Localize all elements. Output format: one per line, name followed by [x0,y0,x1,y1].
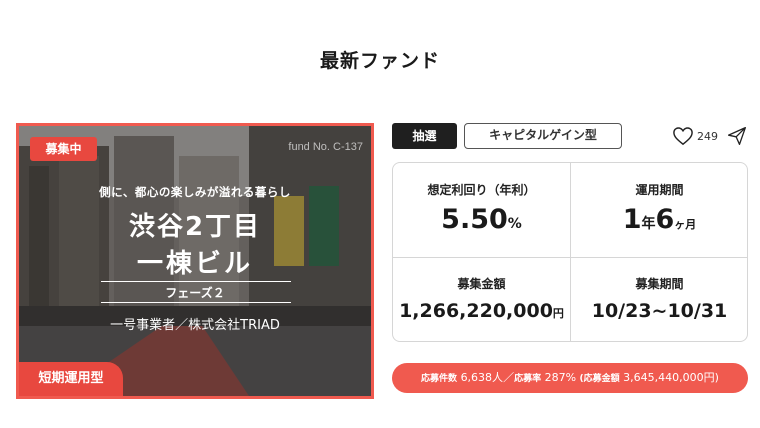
yield-cell: 想定利回り（年利） 5.50% [393,181,570,235]
status-badge: 募集中 [30,137,97,161]
fund-stats: 想定利回り（年利） 5.50% 運用期間 1年6ヶ月 募集金額 1,266,22… [392,162,748,342]
heart-icon[interactable] [672,126,694,146]
fund-tagline: 側に、都心の楽しみが溢れる暮らし [99,185,291,199]
period-value: 1年6ヶ月 [622,204,697,235]
divider [101,302,291,303]
fund-card-image[interactable]: 募集中 fund No. C-137 側に、都心の楽しみが溢れる暮らし 渋谷2丁… [16,123,374,399]
fund-number: fund No. C-137 [288,141,363,153]
lottery-tag: 抽選 [392,123,457,149]
like-count: 249 [697,130,718,143]
period-cell: 運用期間 1年6ヶ月 [571,181,748,235]
yield-value: 5.50% [441,204,522,235]
yield-label: 想定利回り（年利） [427,183,536,197]
capital-gain-tag: キャピタルゲイン型 [464,123,622,149]
amount-cell: 募集金額 1,266,220,000円 [393,275,570,322]
term-badge: 短期運用型 [19,362,123,396]
fund-phase: フェーズ２ [165,286,225,300]
amount-value: 1,266,220,000円 [399,300,564,322]
divider [393,257,747,258]
recruit-period-cell: 募集期間 10/23~10/31 [571,275,748,322]
fund-operator: 一号事業者／株式会社TRIAD [110,318,280,333]
fund-title-line1: 渋谷2丁目 [128,212,262,242]
divider [101,281,291,282]
period-label: 運用期間 [635,183,684,197]
section-title: 最新ファンド [319,50,440,72]
fund-title-line2: 一棟ビル [136,249,253,279]
application-status-bar: 応募件数 6,638人／応募率 287% (応募金額 3,645,440,000… [392,363,748,393]
amount-label: 募集金額 [457,277,506,291]
paper-plane-icon[interactable] [727,126,747,146]
recruit-period-label: 募集期間 [635,277,684,291]
recruit-period-value: 10/23~10/31 [591,300,728,322]
